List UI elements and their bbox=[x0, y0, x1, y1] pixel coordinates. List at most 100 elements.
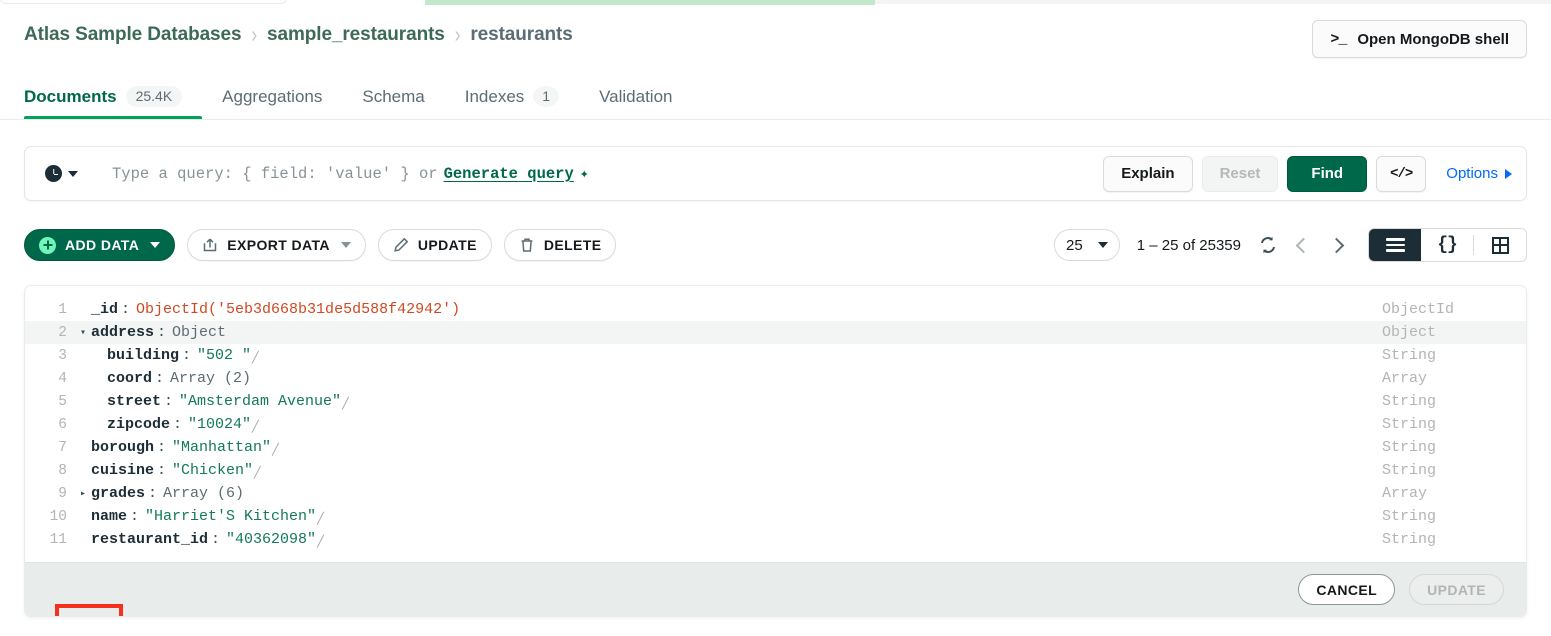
plus-circle-icon bbox=[39, 237, 56, 254]
field-key[interactable]: borough bbox=[91, 439, 154, 456]
collapsed-caret-icon[interactable]: ▸ bbox=[75, 488, 91, 500]
update-documents-button[interactable]: UPDATE bbox=[378, 229, 492, 261]
field-value[interactable]: "10024" bbox=[188, 416, 251, 433]
field-value[interactable]: "Chicken" bbox=[172, 462, 253, 479]
open-mongodb-shell-label: Open MongoDB shell bbox=[1357, 31, 1509, 48]
pagination-toolbar: 25 1 – 25 of 25359 {} bbox=[1054, 228, 1527, 262]
breadcrumb-separator-icon: › bbox=[251, 22, 257, 49]
next-page-button[interactable] bbox=[1329, 237, 1345, 253]
collection-tabs: Documents 25.4K Aggregations Schema Inde… bbox=[24, 76, 1551, 120]
open-mongodb-shell-button[interactable]: >_ Open MongoDB shell bbox=[1312, 20, 1527, 58]
field-value[interactable]: Object bbox=[172, 324, 226, 341]
query-options-label: Options bbox=[1446, 165, 1498, 182]
document-field-row[interactable]: 3building:"502 "╱ bbox=[25, 344, 1526, 367]
document-field-row[interactable]: 10name:"Harriet'S Kitchen"╱ bbox=[25, 505, 1526, 528]
field-key[interactable]: zipcode bbox=[107, 416, 170, 433]
field-value[interactable]: "Amsterdam Avenue" bbox=[179, 393, 341, 410]
pagination-range-label: 1 – 25 of 25359 bbox=[1137, 237, 1241, 254]
tab-documents-count-badge: 25.4K bbox=[126, 86, 183, 107]
field-key[interactable]: coord bbox=[107, 370, 152, 387]
document-field-row[interactable]: 4coord:Array (2) bbox=[25, 367, 1526, 390]
field-value[interactable]: Array (2) bbox=[170, 370, 251, 387]
line-number: 9 bbox=[25, 486, 67, 502]
field-type-label: String bbox=[1326, 528, 1526, 551]
document-field-row[interactable]: 5street:"Amsterdam Avenue"╱ bbox=[25, 390, 1526, 413]
list-view-button[interactable] bbox=[1369, 229, 1421, 261]
update-button[interactable]: UPDATE bbox=[1409, 574, 1504, 605]
document-rows-container: 1_id:ObjectId('5eb3d668b31de5d588f42942'… bbox=[25, 298, 1526, 551]
line-number: 4 bbox=[25, 371, 67, 387]
page-size-value: 25 bbox=[1066, 237, 1083, 254]
tab-aggregations[interactable]: Aggregations bbox=[222, 87, 342, 120]
refresh-icon bbox=[1258, 235, 1278, 255]
refresh-documents-button[interactable] bbox=[1258, 235, 1278, 255]
chevron-down-icon bbox=[1098, 242, 1108, 248]
add-data-button[interactable]: ADD DATA bbox=[24, 229, 175, 261]
cancel-button[interactable]: CANCEL bbox=[1298, 574, 1395, 605]
tab-indexes-count-badge: 1 bbox=[533, 86, 559, 107]
update-documents-label: UPDATE bbox=[418, 237, 477, 253]
document-field-row[interactable]: 11restaurant_id:"40362098"╱ bbox=[25, 528, 1526, 551]
field-key[interactable]: address bbox=[91, 324, 154, 341]
document-field-row[interactable]: 8cuisine:"Chicken"╱ bbox=[25, 459, 1526, 482]
top-cutoff-fragments bbox=[0, 0, 1551, 8]
document-field-row[interactable]: 7borough:"Manhattan"╱ bbox=[25, 436, 1526, 459]
field-value[interactable]: ObjectId('5eb3d668b31de5d588f42942') bbox=[136, 301, 460, 318]
tab-aggregations-label: Aggregations bbox=[222, 87, 322, 107]
field-key[interactable]: grades bbox=[91, 485, 145, 502]
inline-edit-marker-icon: ╱ bbox=[341, 397, 350, 411]
field-key[interactable]: building bbox=[107, 347, 179, 364]
document-field-row[interactable]: 9 ▸grades:Array (6) bbox=[25, 482, 1526, 505]
field-type-label: String bbox=[1326, 390, 1526, 413]
delete-documents-button[interactable]: DELETE bbox=[504, 229, 617, 261]
tab-validation[interactable]: Validation bbox=[599, 87, 692, 120]
document-field-row[interactable]: 1_id:ObjectId('5eb3d668b31de5d588f42942'… bbox=[25, 298, 1526, 321]
table-view-button[interactable] bbox=[1474, 229, 1526, 261]
line-number: 3 bbox=[25, 348, 67, 364]
field-key[interactable]: street bbox=[107, 393, 161, 410]
expanded-caret-icon[interactable]: ▾ bbox=[75, 327, 91, 339]
field-key[interactable]: _id bbox=[91, 301, 118, 318]
generate-query-link[interactable]: Generate query bbox=[444, 165, 574, 183]
document-field-row[interactable]: 6zipcode:"10024"╱ bbox=[25, 413, 1526, 436]
document-field-row[interactable]: 2▾address:Object bbox=[25, 321, 1526, 344]
previous-page-button[interactable] bbox=[1296, 237, 1312, 253]
field-value[interactable]: "40362098" bbox=[226, 531, 316, 548]
query-history-button[interactable] bbox=[39, 161, 84, 186]
tab-documents[interactable]: Documents 25.4K bbox=[24, 86, 202, 120]
export-to-language-icon[interactable]: </> bbox=[1376, 156, 1426, 192]
query-options-toggle[interactable]: Options bbox=[1446, 165, 1512, 182]
field-separator: : bbox=[208, 531, 226, 548]
field-separator: : bbox=[154, 439, 172, 456]
field-key[interactable]: cuisine bbox=[91, 462, 154, 479]
field-key[interactable]: name bbox=[91, 508, 127, 525]
line-number: 8 bbox=[25, 463, 67, 479]
export-data-button[interactable]: EXPORT DATA bbox=[187, 229, 366, 261]
json-view-button[interactable]: {} bbox=[1421, 229, 1473, 261]
reset-button[interactable]: Reset bbox=[1202, 156, 1279, 192]
inline-edit-marker-icon: ╱ bbox=[316, 512, 325, 526]
find-button[interactable]: Find bbox=[1287, 156, 1367, 192]
query-input[interactable]: Type a query: { field: 'value' } or Gene… bbox=[112, 164, 1094, 183]
tab-validation-label: Validation bbox=[599, 87, 672, 107]
tab-schema[interactable]: Schema bbox=[362, 87, 444, 120]
field-value[interactable]: "502 " bbox=[197, 347, 251, 364]
field-key[interactable]: restaurant_id bbox=[91, 531, 208, 548]
tab-indexes[interactable]: Indexes 1 bbox=[465, 86, 579, 120]
field-separator: : bbox=[145, 485, 163, 502]
field-type-label: Object bbox=[1326, 321, 1526, 344]
breadcrumb-item-database-group[interactable]: Atlas Sample Databases bbox=[24, 24, 241, 46]
field-type-label: Array bbox=[1326, 482, 1526, 505]
breadcrumb-item-collection[interactable]: restaurants bbox=[470, 24, 572, 46]
field-value[interactable]: "Harriet'S Kitchen" bbox=[145, 508, 316, 525]
page-size-select[interactable]: 25 bbox=[1054, 229, 1120, 261]
explain-button[interactable]: Explain bbox=[1103, 156, 1192, 192]
document-card: 1_id:ObjectId('5eb3d668b31de5d588f42942'… bbox=[24, 285, 1527, 617]
field-type-label: String bbox=[1326, 505, 1526, 528]
field-value[interactable]: "Manhattan" bbox=[172, 439, 271, 456]
field-type-label: ObjectId bbox=[1326, 298, 1526, 321]
tab-schema-label: Schema bbox=[362, 87, 424, 107]
field-value[interactable]: Array (6) bbox=[163, 485, 244, 502]
breadcrumb-separator-icon: › bbox=[455, 22, 461, 49]
breadcrumb-item-database[interactable]: sample_restaurants bbox=[267, 24, 445, 46]
